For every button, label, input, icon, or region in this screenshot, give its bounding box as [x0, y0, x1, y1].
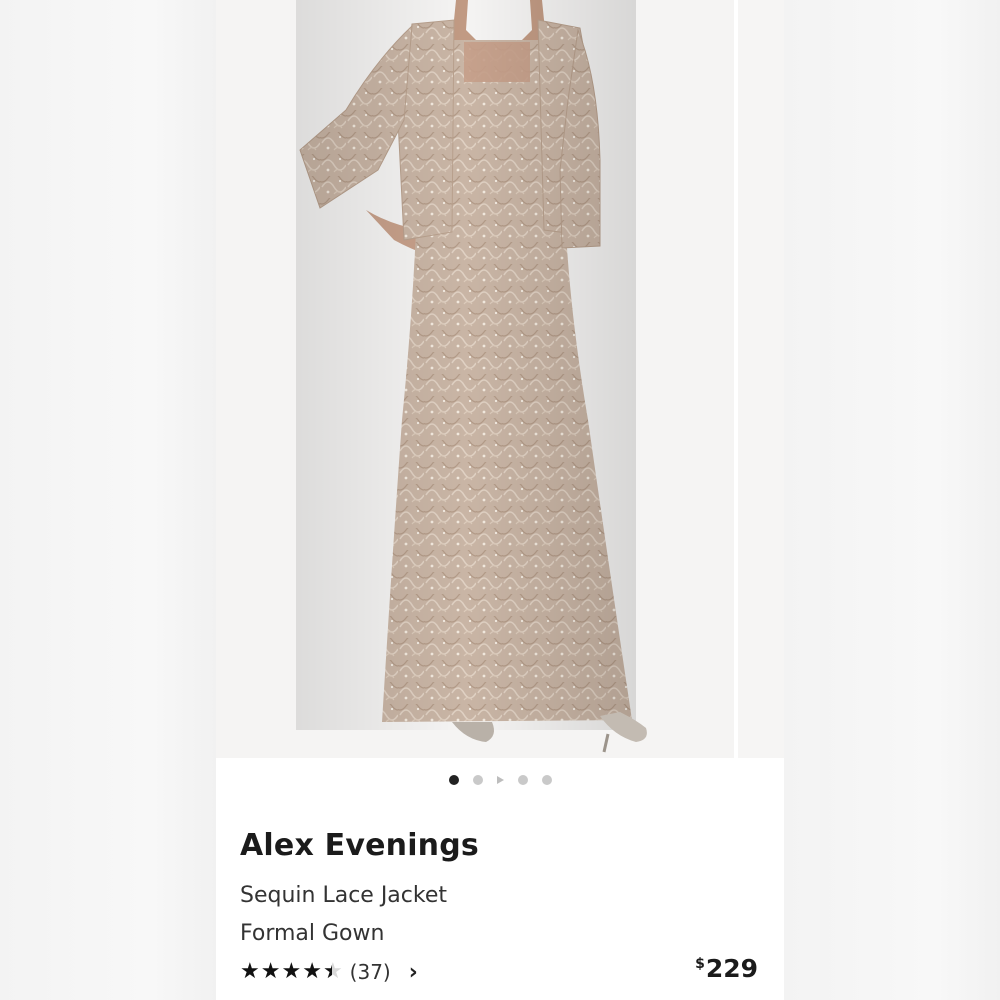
- pagination-dot-1[interactable]: [448, 775, 459, 785]
- background-left: [0, 0, 216, 1000]
- price-amount: 229: [705, 954, 758, 983]
- gallery-pagination[interactable]: [216, 772, 784, 788]
- star-full-icon: ★: [281, 959, 302, 984]
- product-image-gallery[interactable]: [216, 0, 784, 758]
- video-play-icon[interactable]: [496, 776, 504, 784]
- pagination-dot-4[interactable]: [517, 775, 528, 785]
- product-title-line-2: Formal Gown: [240, 921, 385, 946]
- product-title: Sequin Lace Jacket Formal Gown: [240, 877, 570, 953]
- chevron-right-icon[interactable]: ›: [409, 960, 418, 985]
- next-image-peek[interactable]: [734, 0, 784, 758]
- currency-symbol: $: [695, 956, 705, 972]
- review-count[interactable]: (37): [350, 960, 391, 984]
- product-title-line-1: Sequin Lace Jacket: [240, 883, 448, 908]
- background-right: [784, 0, 1000, 1000]
- price: $229: [695, 954, 758, 983]
- pagination-dot-2[interactable]: [472, 775, 483, 785]
- star-full-icon: ★: [260, 959, 281, 984]
- product-photo: [216, 0, 734, 758]
- star-half-icon: ★★: [322, 959, 343, 984]
- brand-name[interactable]: Alex Evenings: [240, 828, 479, 863]
- star-full-icon: ★: [240, 959, 260, 984]
- product-card[interactable]: Alex Evenings Sequin Lace Jacket Formal …: [216, 0, 784, 1000]
- star-full-icon: ★: [302, 959, 322, 984]
- rating-row[interactable]: ★ ★ ★ ★ ★★ (37) ›: [240, 958, 418, 986]
- pagination-dot-5[interactable]: [541, 775, 552, 785]
